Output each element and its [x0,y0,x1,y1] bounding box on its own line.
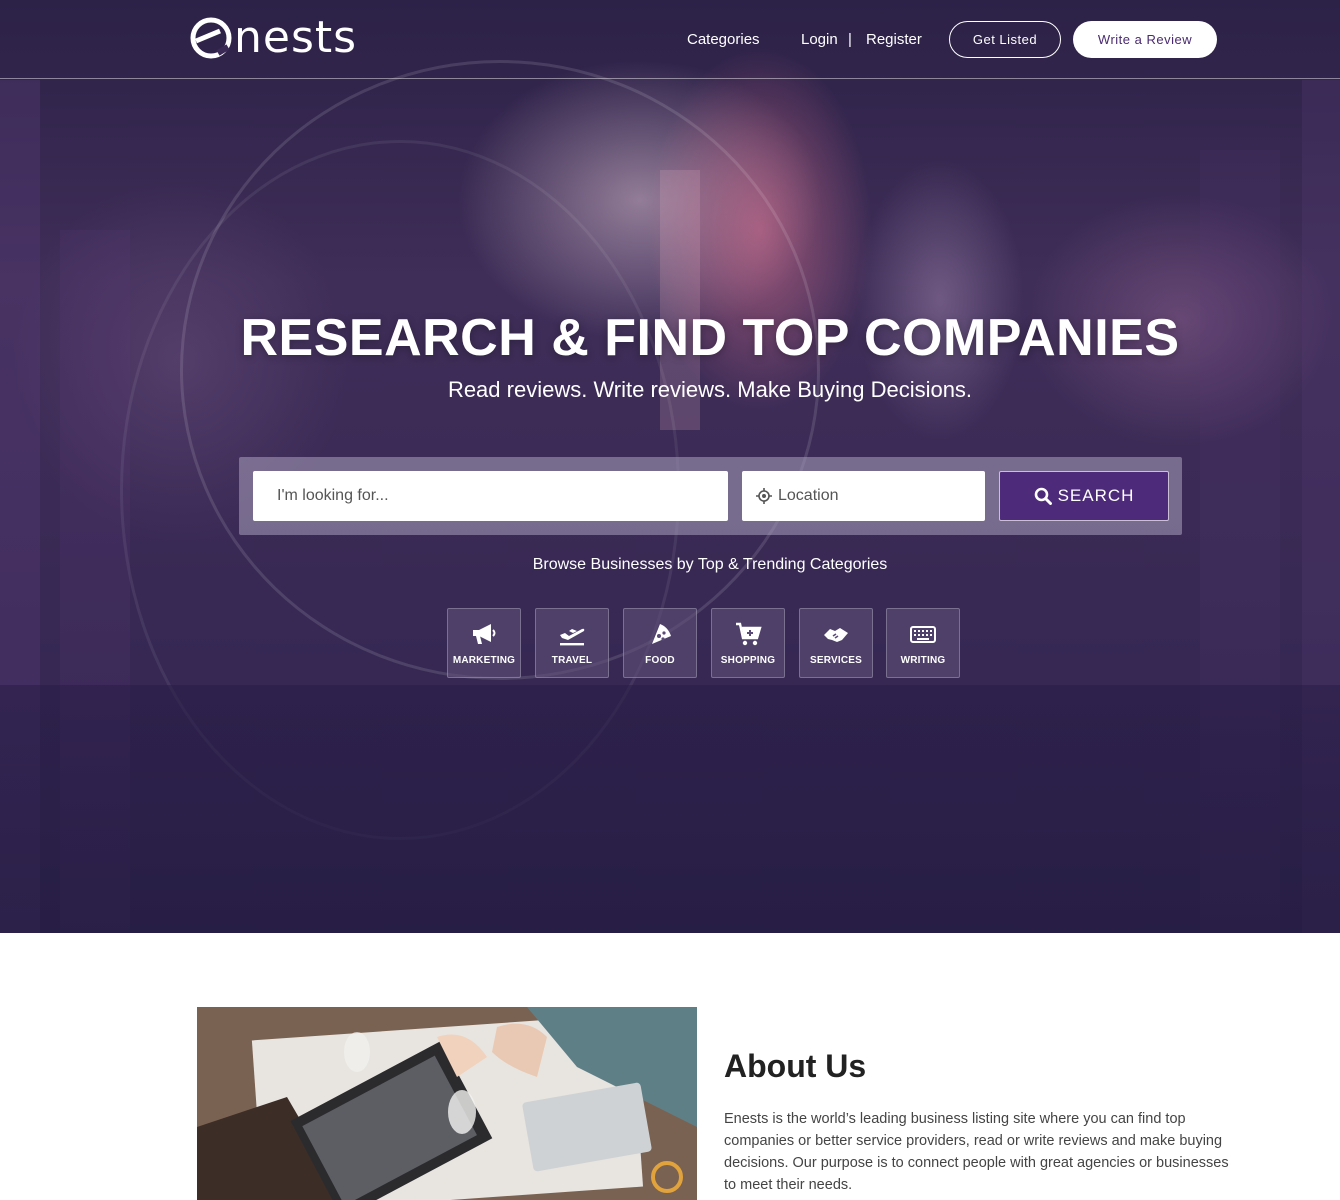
nav-register-link[interactable]: Register [866,30,922,50]
plane-icon [560,628,585,646]
looking-for-input[interactable]: I'm looking for... [253,471,728,521]
about-image [197,1007,697,1200]
search-icon [1034,487,1052,505]
nav-categories-link[interactable]: Categories [687,30,760,50]
category-shopping[interactable]: SHOPPING [711,608,785,678]
category-marketing[interactable]: MARKETING [447,608,521,678]
category-services[interactable]: SERVICES [799,608,873,678]
category-writing[interactable]: WRITING [886,608,960,678]
hero-subtitle: Read reviews. Write reviews. Make Buying… [447,377,973,402]
hero-title: RESEARCH & FIND TOP COMPANIES [240,309,1180,367]
pizza-icon [652,624,671,644]
location-placeholder: Location [778,487,839,504]
category-label: FOOD [645,655,675,666]
site-logo[interactable]: nests [190,14,357,62]
get-listed-button[interactable]: Get Listed [949,21,1061,58]
keyboard-icon [910,626,936,643]
category-label: MARKETING [452,655,516,666]
category-label: SERVICES [810,655,862,666]
hero-lower-band [0,685,1340,933]
browse-categories-title: Browse Businesses by Top & Trending Cate… [532,556,888,573]
search-button-label: SEARCH [1057,486,1135,505]
category-label: SHOPPING [720,655,776,666]
nav-separator: | [848,31,852,48]
location-crosshair-icon [756,488,772,504]
category-food[interactable]: FOOD [623,608,697,678]
category-travel[interactable]: TRAVEL [535,608,609,678]
about-photo-illustration [197,1007,697,1200]
write-review-button[interactable]: Write a Review [1073,21,1217,58]
location-input[interactable]: Location [742,471,985,521]
about-title: About Us [724,1048,867,1084]
handshake-icon [824,628,848,642]
logo-e-icon [190,17,232,59]
cart-icon [736,622,762,646]
megaphone-icon [473,624,496,644]
logo-text: nests [234,12,358,63]
nav-login-link[interactable]: Login [801,30,838,50]
category-label: TRAVEL [551,655,593,666]
site-header: nests Categories Login | Register Get Li… [0,0,1340,79]
about-text: Enests is the world’s leading business l… [724,1111,1229,1193]
category-label: WRITING [900,655,946,666]
search-button[interactable]: SEARCH [999,471,1169,521]
